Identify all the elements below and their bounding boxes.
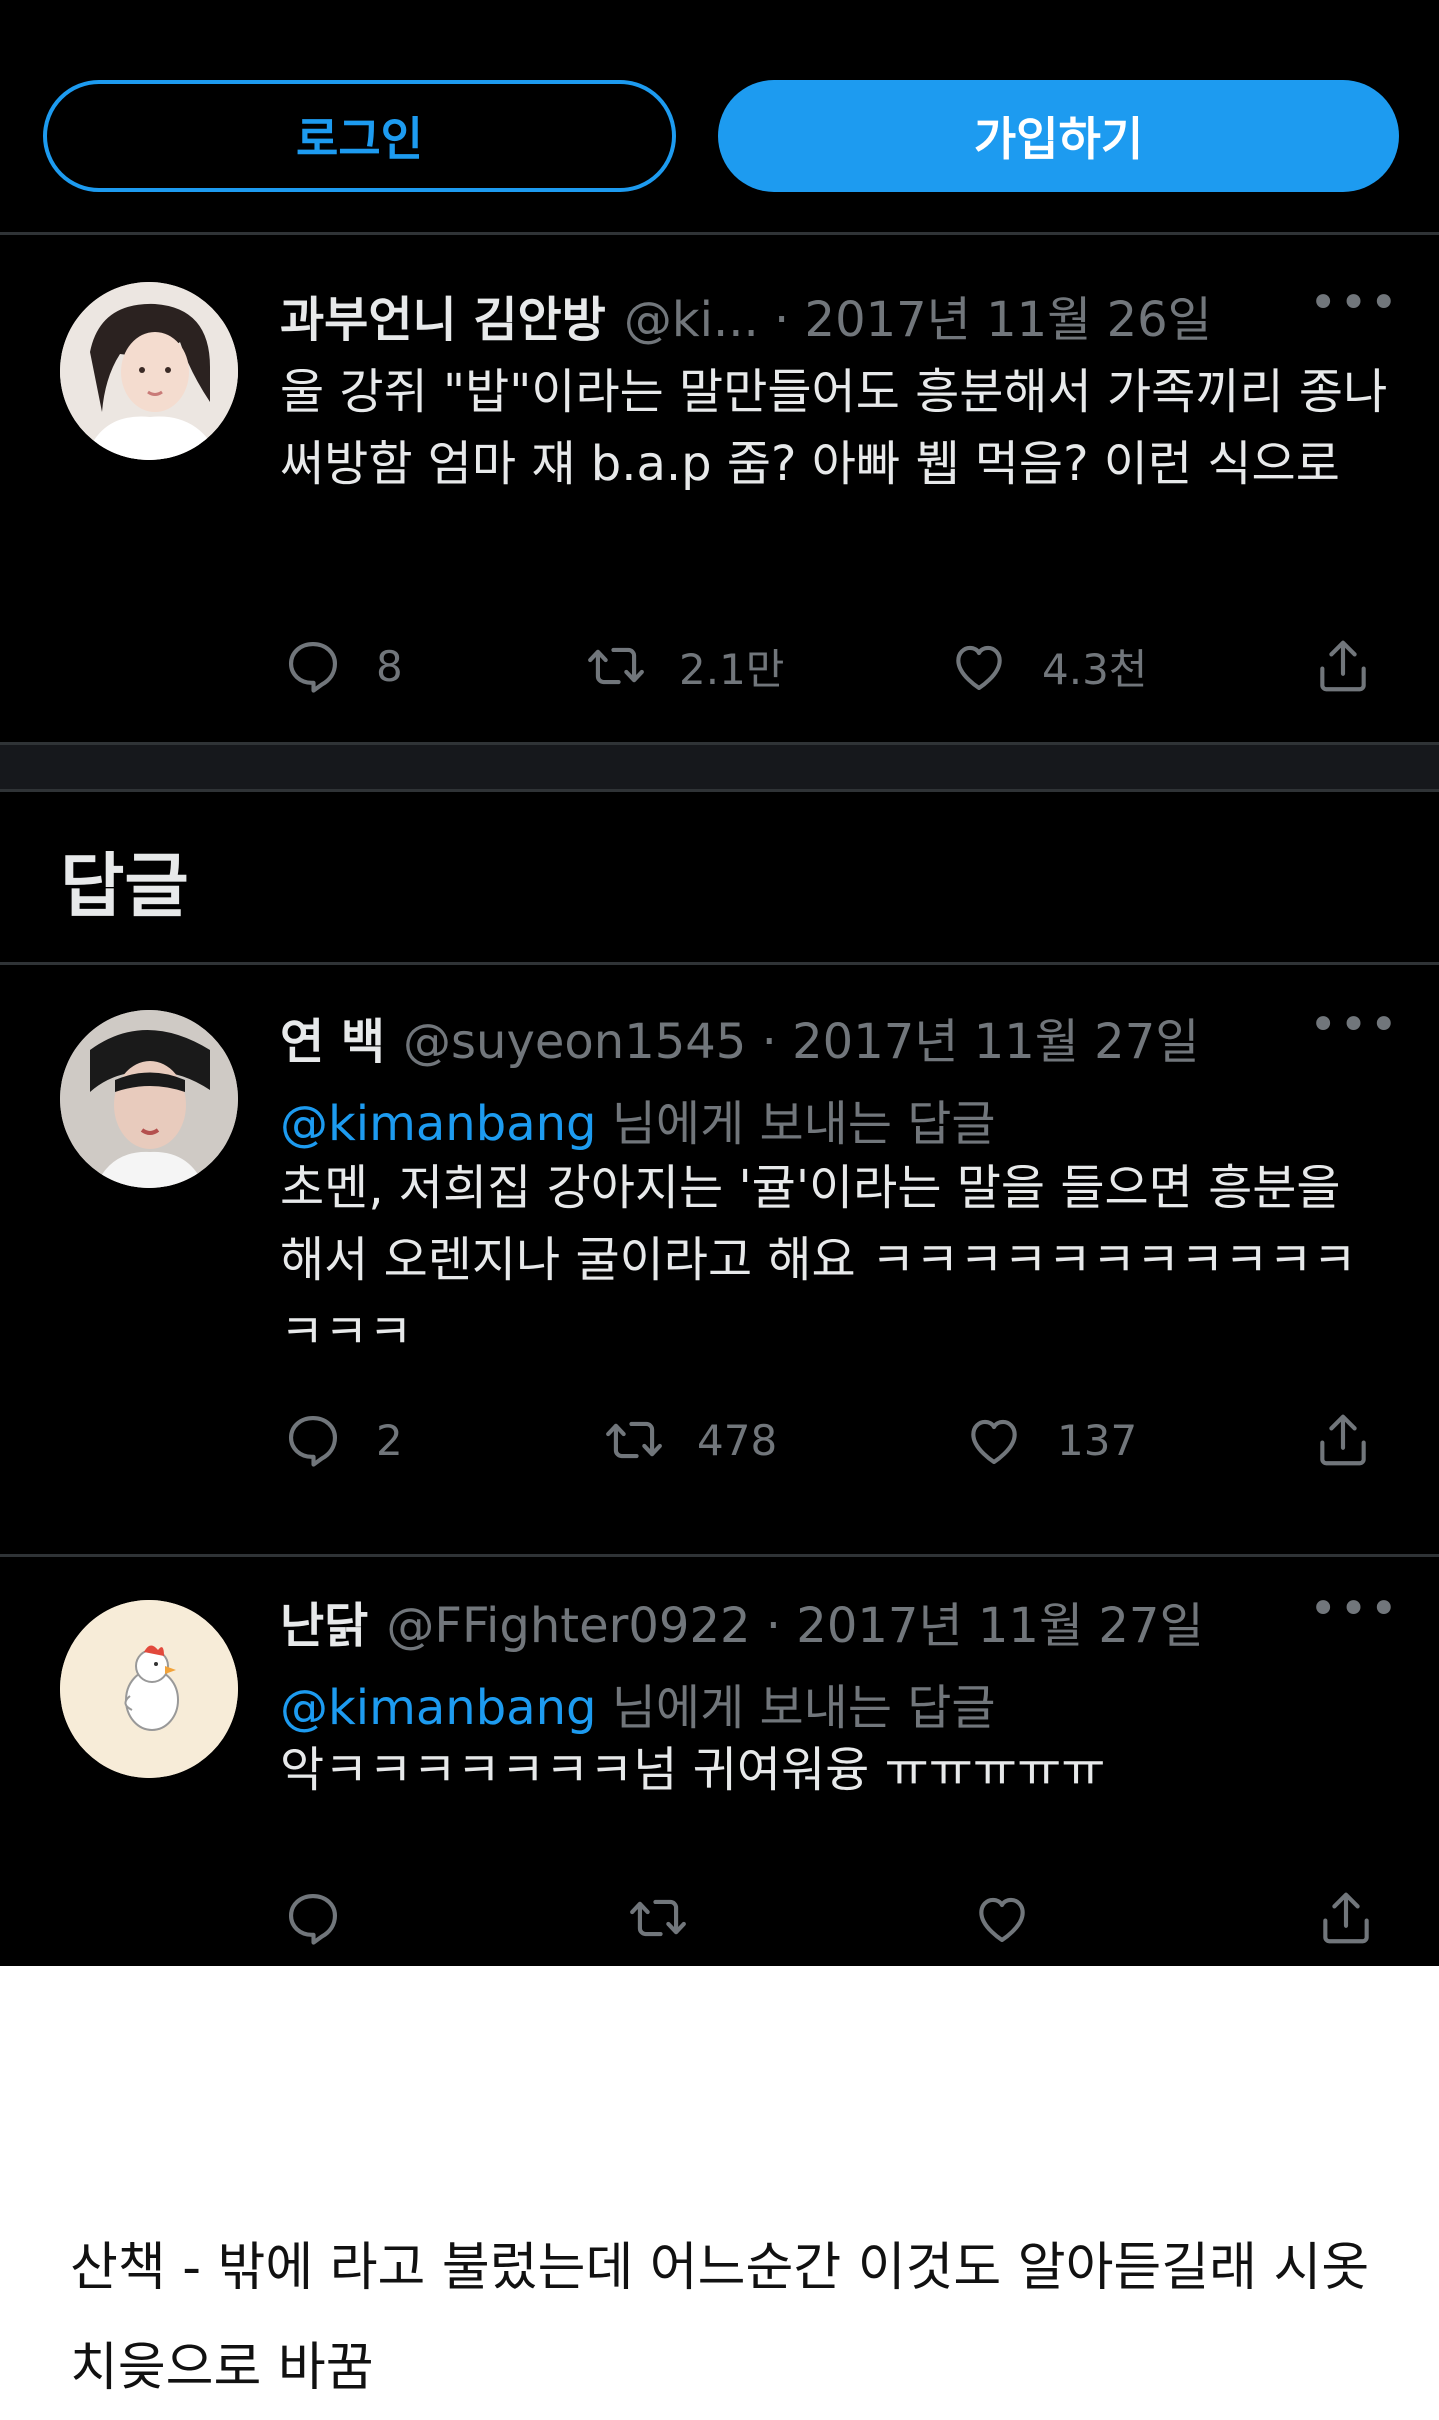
handle-and-date[interactable]: @suyeon1545 · 2017년 11월 27일 [403,1002,1199,1072]
main-tweet[interactable]: 과부언니 김안방 @ki... · 2017년 11월 26일 ••• 울 강쥐… [0,232,1439,742]
avatar[interactable] [60,1010,238,1188]
reply-tweet[interactable]: 난닭 @FFighter0922 · 2017년 11월 27일 ••• @ki… [0,1556,1439,1966]
like-icon [956,645,1002,691]
like-icon [971,1419,1017,1465]
reply-icon [288,641,338,693]
retweet-count: 478 [697,1415,778,1465]
retweet-button[interactable] [627,1878,689,1958]
tweet-text: 울 강쥐 "밥"이라는 말만들어도 흥분해서 가족끼리 종나 써방함 엄마 쟤 … [280,364,1388,492]
replying-to: @kimanbang 님에게 보내는 답글 [280,1084,996,1154]
handle-and-date[interactable]: @ki... · 2017년 11월 26일 [624,280,1212,350]
display-name[interactable]: 연 백 [280,1002,385,1072]
retweet-count: 2.1만 [679,644,785,694]
login-button[interactable]: 로그인 [43,80,676,192]
retweet-button[interactable]: 2.1만 [585,626,784,706]
reply-button[interactable]: 2 [282,1400,403,1480]
retweet-button[interactable]: 478 [603,1400,777,1480]
tweet-text: 악ㅋㅋㅋㅋㅋㅋㅋ넘 귀여워융 ㅠㅠㅠㅠㅠ [280,1742,1106,1798]
replying-to: @kimanbang 님에게 보내는 답글 [280,1668,996,1738]
tweet-header: 과부언니 김안방 @ki... · 2017년 11월 26일 ••• [280,279,1398,350]
section-separator [0,742,1439,792]
auth-buttons: 로그인 가입하기 [0,0,1439,232]
tweet-actions: 8 2.1만 4.3천 [0,626,1439,706]
reply-icon [288,1415,338,1467]
replying-to-label: 님에게 보내는 답글 [611,1096,996,1152]
tweet-actions [0,1878,1439,1958]
replies-heading: 답글 [60,845,189,927]
more-icon[interactable]: ••• [1309,1585,1398,1644]
share-button[interactable] [1312,626,1374,706]
tweet-text: 초멘, 저희집 강아지는 '귤'이라는 말을 들으면 흥분을 해서 오렌지나 굴… [280,1160,1357,1360]
avatar-image [60,1600,238,1778]
like-count: 137 [1057,1415,1138,1465]
tweet-header: 연 백 @suyeon1545 · 2017년 11월 27일 ••• [280,1001,1398,1072]
more-icon[interactable]: ••• [1309,1001,1398,1060]
share-icon [1323,1892,1369,1944]
share-icon [1320,1414,1366,1466]
share-button[interactable] [1315,1878,1377,1958]
avatar[interactable] [60,282,238,460]
replying-to-label: 님에게 보내는 답글 [611,1680,996,1736]
display-name[interactable]: 난닭 [280,1586,368,1656]
like-button[interactable] [971,1878,1033,1958]
like-count: 4.3천 [1042,644,1148,694]
avatar[interactable] [60,1600,238,1778]
retweet-icon [630,1899,686,1937]
reply-icon [288,1893,338,1945]
mention-link[interactable]: @kimanbang [280,1680,597,1736]
like-button[interactable]: 137 [963,1400,1137,1480]
tweet-screenshot: 로그인 가입하기 과부언니 김안방 @ki... · 2017년 11월 26일… [0,0,1439,1966]
reply-count: 2 [376,1415,403,1465]
reply-button[interactable]: 8 [282,626,403,706]
share-icon [1320,640,1366,692]
display-name[interactable]: 과부언니 김안방 [280,280,606,350]
reply-tweet[interactable]: 연 백 @suyeon1545 · 2017년 11월 27일 ••• @kim… [0,962,1439,1554]
mention-link[interactable]: @kimanbang [280,1096,597,1152]
reply-button[interactable] [282,1878,344,1958]
avatar-image [60,282,238,460]
caption-text: 산책 - 밖에 라고 불렀는데 어느순간 이것도 알아듣길래 시옷치읒으로 바꿈 [70,2238,1370,2398]
handle-and-date[interactable]: @FFighter0922 · 2017년 11월 27일 [386,1586,1203,1656]
retweet-icon [588,647,644,685]
retweet-icon [606,1421,662,1459]
reply-count: 8 [376,641,403,691]
signup-button[interactable]: 가입하기 [718,80,1399,192]
more-icon[interactable]: ••• [1309,279,1398,338]
tweet-header: 난닭 @FFighter0922 · 2017년 11월 27일 ••• [280,1585,1398,1656]
avatar-image [60,1010,238,1188]
share-button[interactable] [1312,1400,1374,1480]
tweet-actions: 2 478 137 [0,1400,1439,1480]
like-icon [979,1897,1025,1943]
like-button[interactable]: 4.3천 [948,626,1147,706]
